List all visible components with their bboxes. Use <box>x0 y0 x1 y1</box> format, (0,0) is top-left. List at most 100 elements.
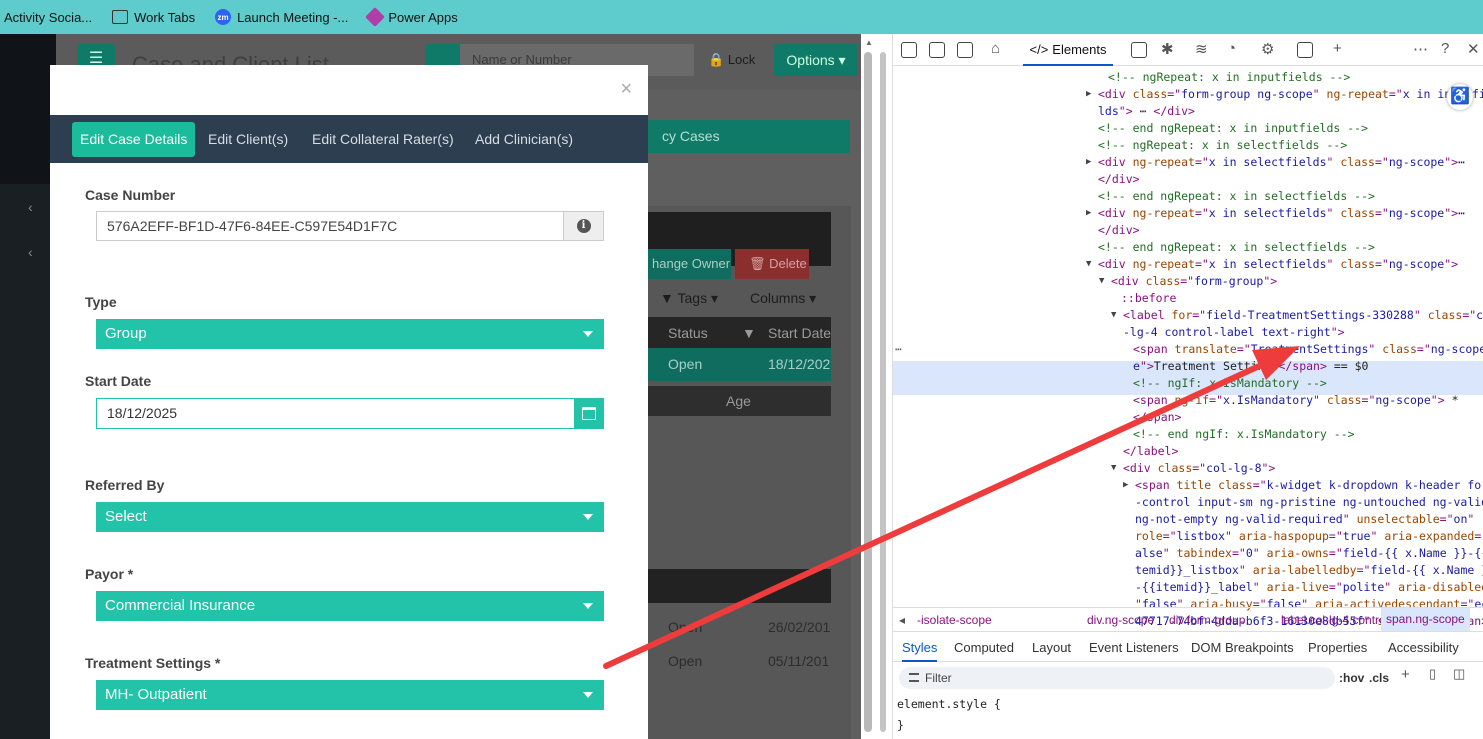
memory-icon[interactable]: ⚙ <box>1261 40 1274 58</box>
more-icon[interactable]: ⋯ <box>1413 40 1428 58</box>
dom-line[interactable]: </span> <box>1133 409 1181 426</box>
breadcrumb-item[interactable]: span.ng-scope <box>1381 608 1470 631</box>
info-button[interactable]: i <box>563 212 603 240</box>
tab-edit-clients[interactable]: Edit Client(s) <box>200 122 296 157</box>
help-icon[interactable]: ? <box>1441 40 1449 57</box>
delete-button[interactable]: 🗑 Delete <box>735 249 809 279</box>
dom-line[interactable]: ▶ <div ng-repeat="x in selectfields" clas… <box>1086 154 1465 171</box>
caret-down-icon[interactable]: ▼ <box>1111 460 1116 477</box>
chevron-left-icon[interactable]: ◂ <box>899 613 905 627</box>
dom-line[interactable]: <!-- end ngRepeat: x in inputfields --> <box>1098 120 1368 137</box>
chevron-left-icon[interactable]: ‹ <box>28 244 33 260</box>
dom-line[interactable]: ::before <box>1121 290 1176 307</box>
tab-accessibility[interactable]: Accessibility <box>1388 640 1459 655</box>
column-start-date[interactable]: Start Date <box>768 325 831 341</box>
styles-filter-input[interactable]: Filter <box>899 667 1335 689</box>
dom-line[interactable]: </div> <box>1098 171 1140 188</box>
dom-line[interactable]: <!-- end ngIf: x.IsMandatory --> <box>1133 426 1355 443</box>
dom-tree[interactable]: <!-- ngRepeat: x in inputfields --> ▶ <div… <box>893 67 1483 637</box>
filter-icon[interactable]: ▼ <box>742 325 756 341</box>
bug-icon[interactable]: ✱ <box>1161 40 1174 58</box>
breadcrumb-item[interactable]: div.form-group <box>1169 613 1245 627</box>
close-icon[interactable]: × <box>620 79 632 99</box>
dom-line[interactable]: temid}}_listbox" aria-labelledby="field-… <box>1135 562 1483 579</box>
computed-sidebar-icon[interactable]: ◫ <box>1453 666 1465 682</box>
dom-line[interactable]: ▼ <div class="form-group"> <box>1099 273 1277 290</box>
caret-down-icon[interactable]: ▼ <box>1086 256 1091 273</box>
tab-add-clinicians[interactable]: Add Clinician(s) <box>467 122 581 157</box>
chevron-left-icon[interactable]: ‹ <box>28 199 33 215</box>
close-icon[interactable]: ✕ <box>1467 40 1480 58</box>
dom-line[interactable]: <!-- end ngRepeat: x in selectfields --> <box>1098 239 1375 256</box>
dom-line[interactable]: ▶ <div class="form-group ng-scope" ng-rep… <box>1086 86 1483 103</box>
scroll-up-icon[interactable]: ▲ <box>865 38 873 47</box>
caret-right-icon[interactable]: ▶ <box>1086 205 1091 222</box>
dom-line[interactable]: -{{itemid}}_label" aria-live="polite" ar… <box>1135 579 1483 596</box>
console-icon[interactable] <box>1131 42 1147 58</box>
dom-line[interactable]: <!-- ngRepeat: x in inputfields --> <box>1108 69 1350 86</box>
tab-properties[interactable]: Properties <box>1308 640 1367 655</box>
dom-line[interactable]: </div> <box>1098 222 1140 239</box>
payor-dropdown[interactable]: Commercial Insurance <box>96 591 604 621</box>
change-owner-button[interactable]: hange Owner <box>648 249 731 279</box>
treatment-settings-dropdown[interactable]: MH- Outpatient <box>96 680 604 710</box>
calendar-button[interactable] <box>574 399 603 428</box>
dom-line[interactable]: ▶ <div ng-repeat="x in selectfields" clas… <box>1086 205 1465 222</box>
tab-dom-breakpoints[interactable]: DOM Breakpoints <box>1191 640 1294 655</box>
dom-line[interactable]: <span ng-if="x.IsMandatory" class="ng-sc… <box>1133 392 1459 409</box>
tab-event-listeners[interactable]: Event Listeners <box>1089 640 1179 655</box>
bookmark-work-tabs[interactable]: Work Tabs <box>102 0 205 34</box>
table-row[interactable]: Open 26/02/201 <box>648 612 831 642</box>
dom-line[interactable]: alse" tabindex="0" aria-owns="field-{{ x… <box>1135 545 1483 562</box>
dom-line[interactable]: ng-not-empty ng-valid-required" unselect… <box>1135 511 1474 528</box>
tags-filter[interactable]: ▼ Tags ▾ <box>660 290 718 307</box>
page-scrollbar[interactable] <box>864 52 872 732</box>
tab-edit-case-details[interactable]: Edit Case Details <box>72 122 196 157</box>
dom-line[interactable]: -lg-4 control-label text-right"> <box>1123 324 1345 341</box>
page-scrollbar-secondary[interactable] <box>880 52 886 732</box>
new-rule-icon[interactable]: + <box>1401 666 1410 683</box>
accessibility-icon[interactable]: ♿ <box>1447 84 1473 110</box>
dom-line[interactable]: <!-- end ngRepeat: x in selectfields --> <box>1098 188 1375 205</box>
referred-by-dropdown[interactable]: Select <box>96 502 604 532</box>
breadcrumb-item[interactable]: div.ng-scope <box>1087 613 1154 627</box>
table-row[interactable]: Open 18/12/202 <box>648 348 831 381</box>
caret-right-icon[interactable]: ▶ <box>1086 154 1091 171</box>
hover-state-toggle[interactable]: :hov <box>1339 671 1364 685</box>
dom-line[interactable]: </label> <box>1123 443 1178 460</box>
application-icon[interactable] <box>1297 42 1313 58</box>
options-button[interactable]: Options ▾ <box>774 44 858 76</box>
caret-down-icon[interactable]: ▼ <box>1111 307 1116 324</box>
dom-line[interactable]: ▶ <span title class="k-widget k-dropdown … <box>1123 477 1483 494</box>
device-emulation-icon[interactable] <box>929 42 945 58</box>
caret-down-icon[interactable]: ▼ <box>1099 273 1104 290</box>
dom-line[interactable]: ▼ <div ng-repeat="x in selectfields" clas… <box>1086 256 1458 273</box>
inspect-icon[interactable] <box>901 42 917 58</box>
caret-right-icon[interactable]: ▶ <box>1086 86 1091 103</box>
dom-line[interactable]: -control input-sm ng-pristine ng-untouch… <box>1135 494 1483 511</box>
columns-dropdown[interactable]: Columns ▾ <box>750 290 816 307</box>
start-date-input[interactable]: 18/12/2025 <box>96 398 604 429</box>
tab-elements[interactable]: </> Elements <box>1023 34 1113 66</box>
tab-computed[interactable]: Computed <box>954 640 1014 655</box>
breadcrumb-item[interactable]: -isolate-scope <box>917 613 992 627</box>
bookmark-launch-meeting[interactable]: zm Launch Meeting -... <box>205 0 358 34</box>
dom-line[interactable]: ▼ <div class="col-lg-8"> <box>1111 460 1275 477</box>
paint-icon[interactable]: ▯ <box>1429 666 1436 682</box>
caret-right-icon[interactable]: ▶ <box>1123 477 1128 494</box>
dom-line[interactable]: <!-- ngRepeat: x in selectfields --> <box>1098 137 1347 154</box>
tab-edit-collateral-raters[interactable]: Edit Collateral Rater(s) <box>304 122 462 157</box>
case-number-field[interactable]: 576A2EFF-BF1D-47F6-84EE-C597E54D1F7C i <box>96 211 604 241</box>
cases-tab-button[interactable]: cy Cases <box>640 120 850 153</box>
dom-line[interactable]: lds"> ⋯ </div> <box>1098 103 1195 120</box>
dom-line[interactable]: <!-- ngIf: x.IsMandatory --> <box>1133 375 1327 392</box>
add-tool-icon[interactable]: + <box>1333 40 1342 57</box>
column-age[interactable]: Age <box>726 393 751 409</box>
sidebar-toggle-icon[interactable] <box>957 42 973 58</box>
dom-line[interactable]: e">Treatment Settings</span> == $0 <box>1133 358 1368 375</box>
table-row[interactable]: Open 05/11/201 <box>648 646 831 676</box>
network-icon[interactable]: ≋ <box>1195 40 1208 58</box>
type-dropdown[interactable]: Group <box>96 319 604 349</box>
more-icon[interactable]: ⋯ <box>895 341 902 358</box>
dom-line[interactable]: ▼ <label for="field-TreatmentSettings-330… <box>1111 307 1483 324</box>
